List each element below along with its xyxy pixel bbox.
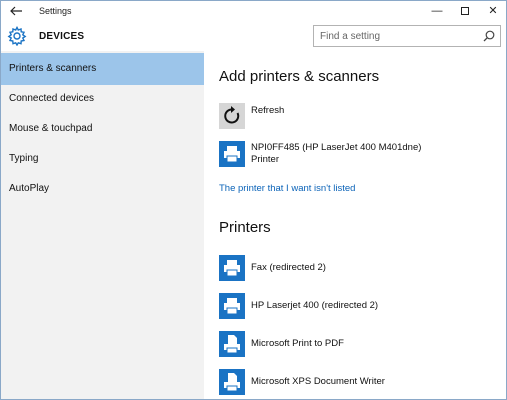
settings-window: Settings — ✕ DEVICES Printers & scanners… [0, 0, 507, 400]
search-box[interactable] [313, 25, 501, 47]
back-arrow-icon [10, 6, 22, 16]
printer-tile [219, 255, 245, 281]
search-icon[interactable] [483, 30, 495, 42]
back-button[interactable] [9, 4, 25, 18]
printer-name: Fax (redirected 2) [251, 262, 326, 273]
add-printers-heading: Add printers & scanners [219, 68, 380, 85]
printer-icon [224, 260, 240, 277]
maximize-icon [461, 7, 469, 16]
printer-tile [219, 369, 245, 395]
gear-icon [7, 26, 27, 46]
printer-icon [224, 298, 240, 315]
sidebar-item-printers-scanners[interactable]: Printers & scanners [1, 53, 204, 85]
sidebar-item-typing[interactable]: Typing [1, 143, 204, 175]
search-input[interactable] [320, 29, 470, 43]
printer-item-xps-writer[interactable]: Microsoft XPS Document Writer [219, 369, 499, 397]
found-device-name: NPI0FF485 (HP LaserJet 400 M401dne) [251, 142, 422, 153]
refresh-label: Refresh [251, 105, 285, 116]
page-title: DEVICES [39, 31, 85, 42]
close-button[interactable]: ✕ [479, 1, 506, 22]
title-bar: Settings — ✕ [1, 1, 506, 22]
minimize-button[interactable]: — [423, 1, 451, 22]
document-printer-icon [224, 373, 240, 392]
page-header: DEVICES [1, 22, 506, 51]
document-printer-icon [224, 335, 240, 354]
found-device-tile [219, 141, 245, 167]
refresh-button[interactable]: Refresh [219, 103, 499, 131]
printer-name: HP Laserjet 400 (redirected 2) [251, 300, 379, 311]
sidebar: Printers & scanners Connected devices Mo… [1, 51, 204, 399]
printer-item-hp-laserjet[interactable]: HP Laserjet 400 (redirected 2) [219, 293, 499, 321]
sidebar-item-connected-devices[interactable]: Connected devices [1, 83, 204, 115]
found-device-type: Printer [251, 154, 279, 165]
printer-name: Microsoft XPS Document Writer [251, 376, 385, 387]
maximize-button[interactable] [451, 1, 479, 22]
printer-not-listed-link[interactable]: The printer that I want isn't listed [219, 183, 355, 194]
printer-name: Microsoft Print to PDF [251, 338, 344, 349]
found-device-item[interactable]: NPI0FF485 (HP LaserJet 400 M401dne) Prin… [219, 141, 499, 169]
printer-icon [224, 146, 240, 163]
sidebar-item-mouse-touchpad[interactable]: Mouse & touchpad [1, 113, 204, 145]
refresh-tile [219, 103, 245, 129]
refresh-icon [224, 106, 240, 124]
main-content: Add printers & scanners Refresh NPI0FF48… [204, 51, 506, 399]
sidebar-item-autoplay[interactable]: AutoPlay [1, 173, 204, 205]
printer-item-fax[interactable]: Fax (redirected 2) [219, 255, 499, 283]
printer-item-print-to-pdf[interactable]: Microsoft Print to PDF [219, 331, 499, 359]
printers-heading: Printers [219, 219, 271, 236]
printer-tile [219, 293, 245, 319]
printer-tile [219, 331, 245, 357]
window-title: Settings [39, 6, 72, 16]
